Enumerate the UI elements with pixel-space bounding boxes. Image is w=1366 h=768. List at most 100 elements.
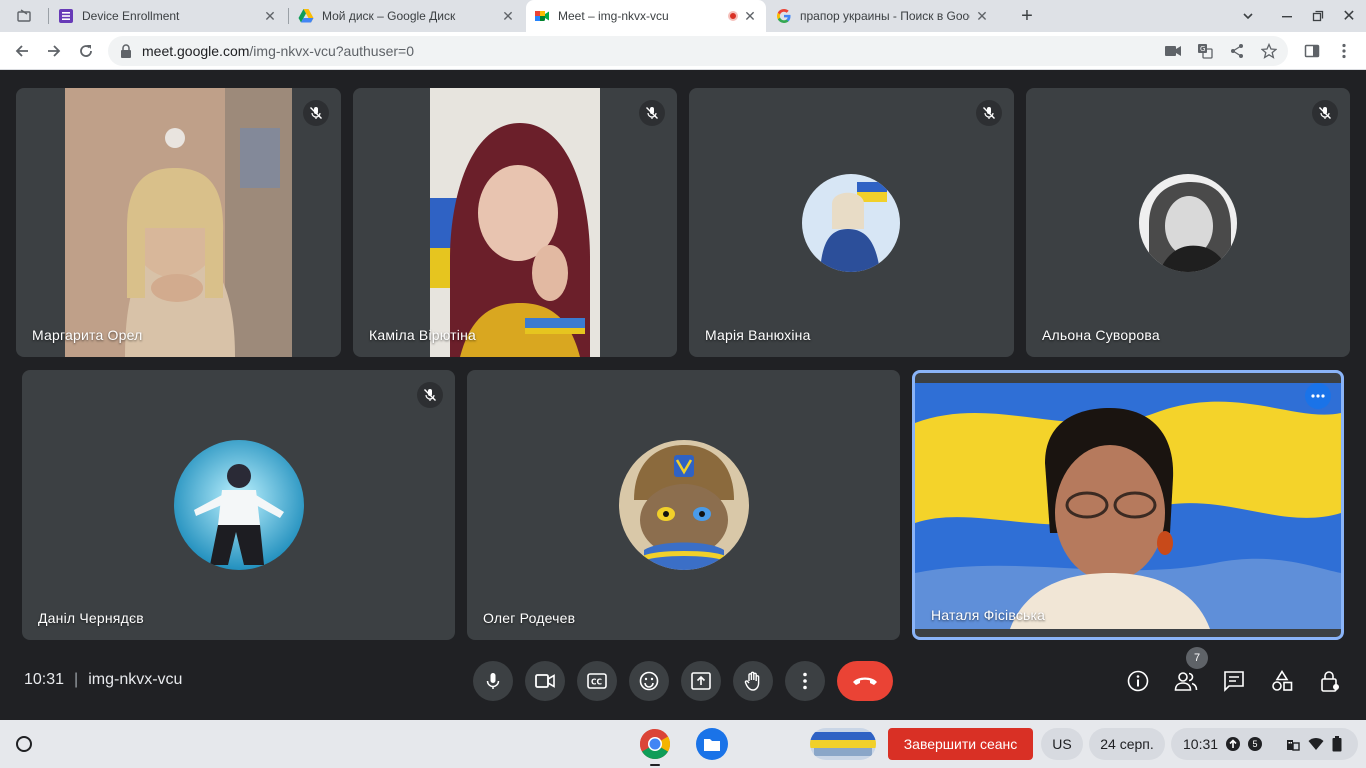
participant-name: Альона Суворова <box>1042 327 1160 343</box>
mic-off-icon <box>976 100 1002 126</box>
close-tab-icon[interactable]: ✕ <box>262 8 278 24</box>
tab-title: Мой диск – Google Диск <box>322 9 456 23</box>
activities-button[interactable] <box>1268 667 1296 695</box>
tab-device-enrollment[interactable]: Device Enrollment ✕ <box>50 0 286 32</box>
tab-title: Meet – img-nkvx-vcu <box>558 9 669 23</box>
translate-icon[interactable]: G <box>1196 42 1214 60</box>
chat-button[interactable] <box>1220 667 1248 695</box>
more-options-button[interactable] <box>785 661 825 701</box>
address-bar[interactable]: meet.google.com/img-nkvx-vcu?authuser=0 … <box>108 36 1288 66</box>
camera-button[interactable] <box>525 661 565 701</box>
side-panel-icon[interactable] <box>1298 37 1326 65</box>
participant-avatar <box>1139 174 1237 272</box>
host-controls-button[interactable] <box>1316 667 1344 695</box>
files-icon[interactable] <box>696 728 728 760</box>
microphone-button[interactable] <box>473 661 513 701</box>
kebab-menu-icon <box>803 672 807 690</box>
close-tab-icon[interactable]: ✕ <box>742 8 758 24</box>
mic-off-icon <box>417 382 443 408</box>
svg-text:G: G <box>1200 45 1205 53</box>
hand-icon <box>744 671 760 691</box>
lock-icon <box>121 44 131 58</box>
forms-icon <box>59 9 73 23</box>
close-window-icon[interactable]: ✕ <box>1334 0 1364 32</box>
tab-search-chevron-icon[interactable] <box>1233 0 1263 32</box>
meeting-details-button[interactable] <box>1124 667 1152 695</box>
google-meet-icon <box>535 11 549 21</box>
back-arrow-icon[interactable] <box>8 37 36 65</box>
google-drive-icon <box>298 9 314 23</box>
participant-tile[interactable]: Марія Ванюхіна <box>689 88 1014 357</box>
captions-button[interactable]: CC <box>577 661 617 701</box>
participant-name: Каміла Вірютіна <box>369 327 476 343</box>
new-tab-label: + <box>1021 4 1033 27</box>
participant-name: Олег Родечев <box>483 610 576 626</box>
url-host: meet.google.com <box>142 43 250 59</box>
activities-shapes-icon <box>1272 670 1293 691</box>
info-icon <box>1127 670 1149 692</box>
tab-separator <box>48 8 49 24</box>
people-count-badge: 7 <box>1186 647 1208 669</box>
participant-avatar <box>802 174 900 272</box>
url-path: /img-nkvx-vcu?authuser=0 <box>249 43 414 59</box>
lock-person-icon <box>1321 671 1339 692</box>
app-running-indicator <box>650 764 660 766</box>
restore-window-icon[interactable] <box>1303 0 1333 32</box>
participant-tile[interactable]: Альона Суворова <box>1026 88 1350 357</box>
clock: 10:31 <box>1183 736 1219 752</box>
more-options-icon[interactable] <box>1305 383 1331 409</box>
reactions-button[interactable] <box>629 661 669 701</box>
bookmark-star-icon[interactable] <box>1260 42 1278 60</box>
participant-tile-self[interactable]: Наталя Фісівська <box>912 370 1344 640</box>
os-shelf: Завершити сеанс US 24 серп. 10:31 5 <box>0 720 1366 768</box>
people-button[interactable] <box>1172 667 1200 695</box>
close-tab-icon[interactable]: ✕ <box>974 8 990 24</box>
sign-out-button[interactable]: Завершити сеанс <box>888 728 1033 760</box>
raise-hand-button[interactable] <box>733 661 773 701</box>
share-icon[interactable] <box>1228 42 1246 60</box>
participant-tile[interactable]: Каміла Вірютіна <box>353 88 677 357</box>
participant-name: Даніл Чернядєв <box>38 610 144 626</box>
chrome-icon[interactable] <box>639 728 671 760</box>
participant-video <box>430 88 600 357</box>
participant-tile[interactable]: Маргарита Орел <box>16 88 341 357</box>
leave-call-button[interactable] <box>837 661 893 701</box>
tab-meet[interactable]: Meet – img-nkvx-vcu ✕ <box>526 0 766 32</box>
tab-title: Device Enrollment <box>82 9 180 23</box>
input-method-indicator[interactable]: US <box>1041 728 1083 760</box>
emoji-icon <box>639 671 659 691</box>
tab-generic[interactable] <box>8 0 46 32</box>
close-tab-icon[interactable]: ✕ <box>500 8 516 24</box>
present-screen-button[interactable] <box>681 661 721 701</box>
svg-text:CC: CC <box>591 678 603 687</box>
chat-icon <box>1224 671 1244 692</box>
reload-icon[interactable] <box>72 37 100 65</box>
new-tab-button[interactable]: + <box>1012 0 1042 32</box>
minimize-window-icon[interactable] <box>1272 0 1302 32</box>
participant-video <box>915 383 1341 629</box>
people-icon <box>1174 672 1198 691</box>
managed-device-icon <box>1287 740 1300 751</box>
forward-arrow-icon[interactable] <box>40 37 68 65</box>
wifi-icon <box>1308 738 1324 750</box>
meet-stage: Маргарита Орел Каміла Вірютіна Марія Ван… <box>0 71 1366 720</box>
participant-tile[interactable]: Олег Родечев <box>467 370 900 640</box>
tab-google-search[interactable]: прапор украины - Поиск в Google ✕ <box>768 0 1004 32</box>
notification-count-badge: 5 <box>1248 737 1263 751</box>
kebab-menu-icon[interactable] <box>1330 37 1358 65</box>
status-tray[interactable]: 10:31 5 <box>1171 728 1358 760</box>
tab-google-drive[interactable]: Мой диск – Google Диск ✕ <box>290 0 524 32</box>
mic-off-icon <box>639 100 665 126</box>
holding-space-thumbnail[interactable] <box>810 728 876 760</box>
participant-tile[interactable]: Даніл Чернядєв <box>22 370 455 640</box>
hang-up-icon <box>853 677 877 685</box>
meeting-details: 10:31 | img-nkvx-vcu <box>24 671 183 688</box>
update-arrow-icon <box>1226 737 1241 751</box>
participant-name: Марія Ванюхіна <box>705 327 811 343</box>
date-tray[interactable]: 24 серп. <box>1089 728 1165 760</box>
video-camera-icon <box>535 674 555 688</box>
meeting-code: img-nkvx-vcu <box>88 671 183 688</box>
tab-separator <box>288 8 289 24</box>
launcher-icon[interactable] <box>12 732 36 756</box>
camera-in-use-icon[interactable] <box>1164 42 1182 60</box>
